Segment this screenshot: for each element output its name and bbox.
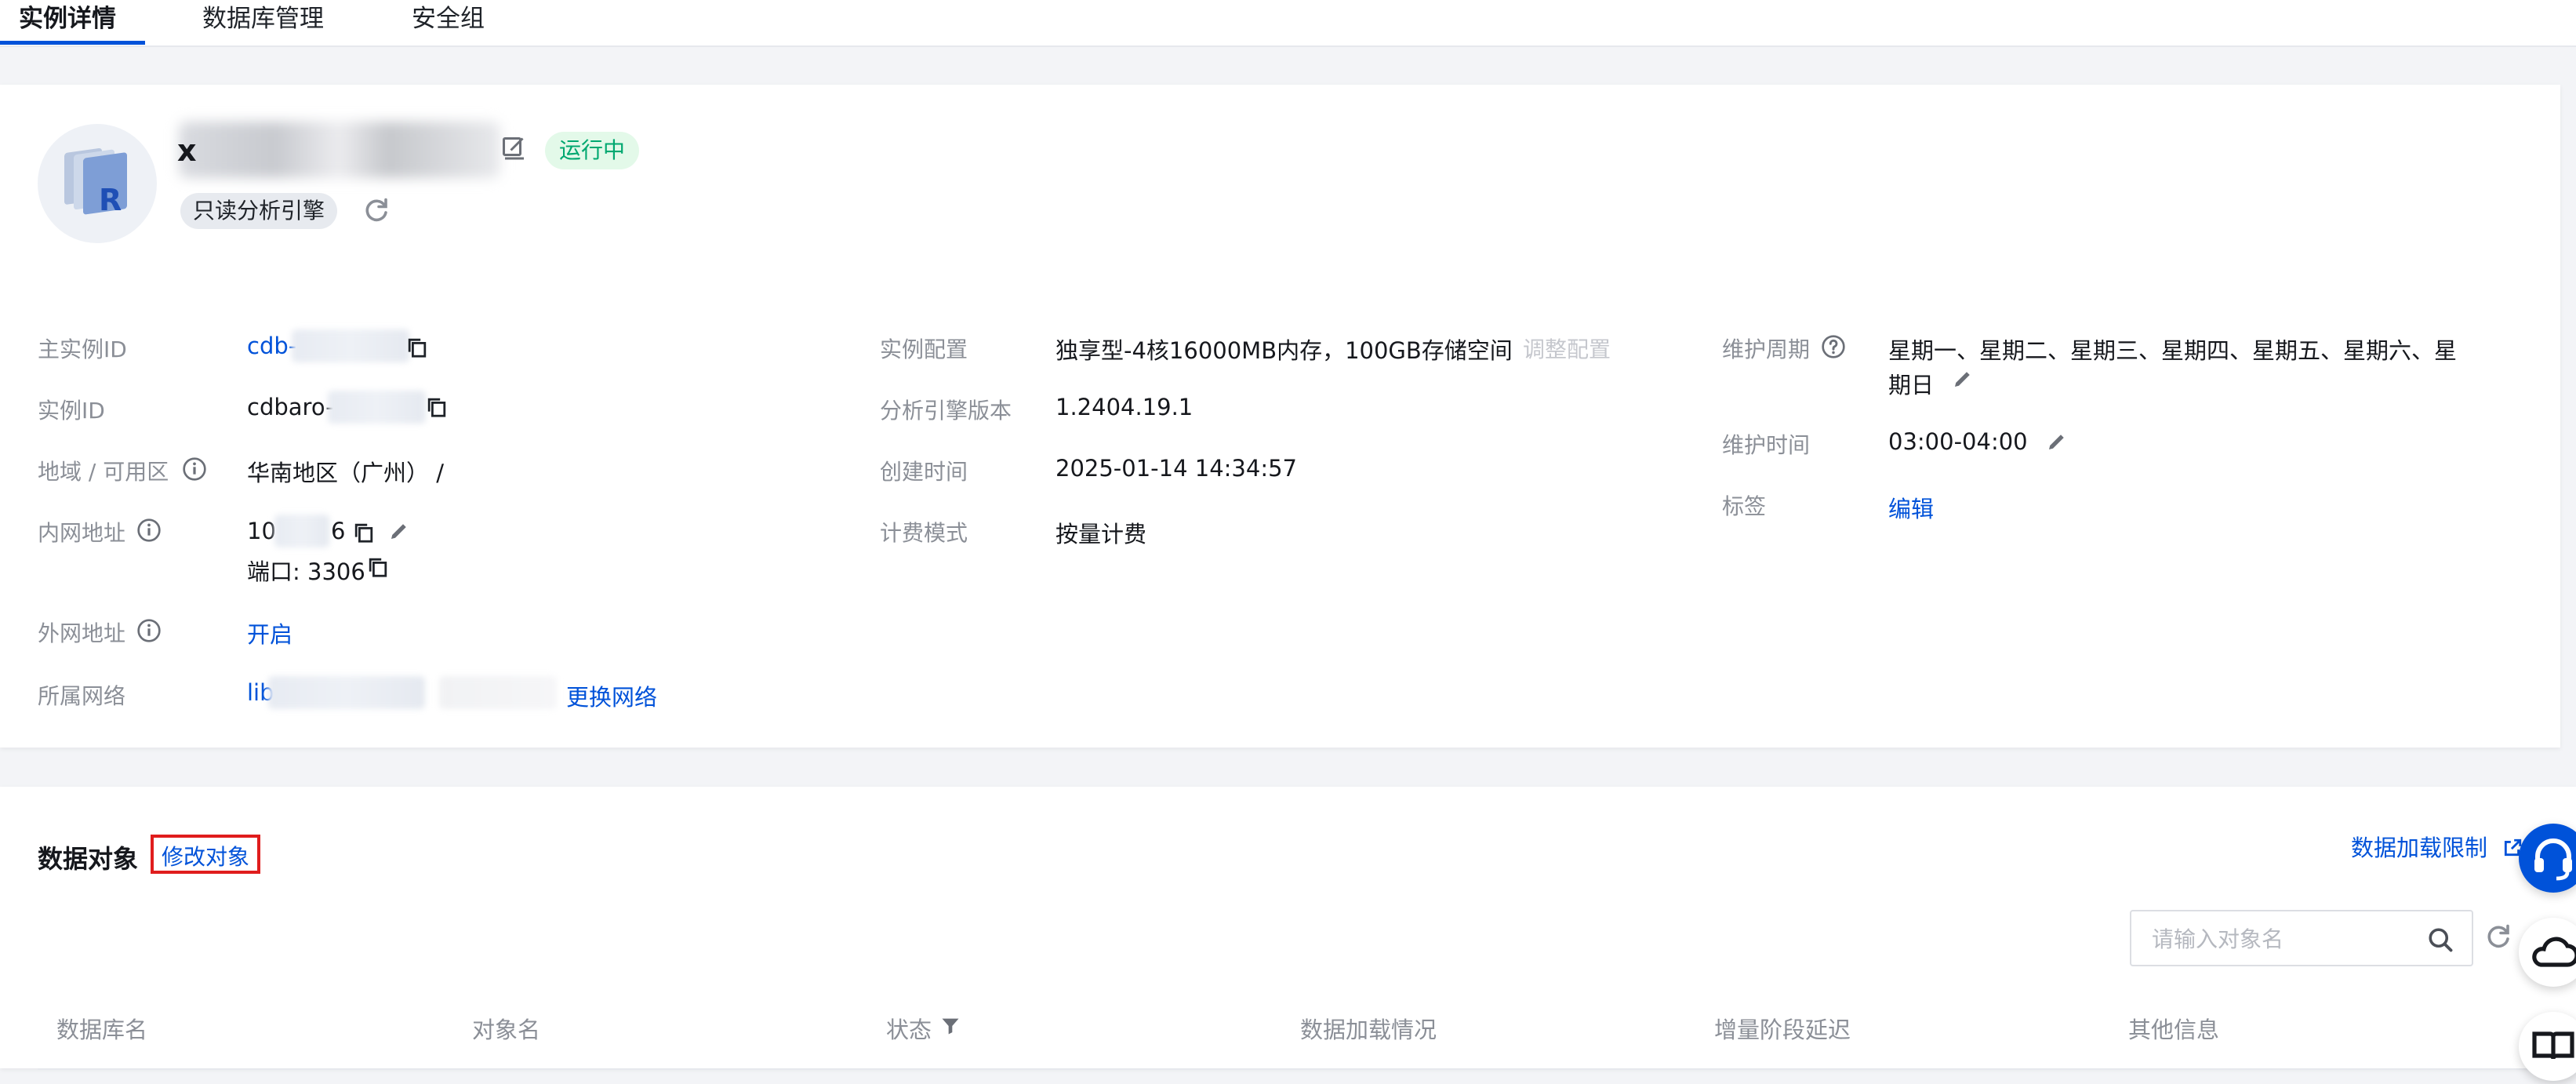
edit-tags-link[interactable]: 编辑 xyxy=(1888,491,1934,524)
help-icon[interactable] xyxy=(1821,334,1846,359)
objects-table-header: 数据库名 对象名 状态 数据加载情况 增量阶段延迟 其他信息 xyxy=(38,995,2539,1070)
enable-public-address-link[interactable]: 开启 xyxy=(247,617,292,649)
object-search-box xyxy=(2130,910,2473,966)
customer-service-button[interactable] xyxy=(2519,824,2576,893)
tab-instance-details[interactable]: 实例详情 xyxy=(19,2,116,42)
change-network-link[interactable]: 更换网络 xyxy=(566,679,657,712)
info-icon[interactable] xyxy=(182,457,207,482)
column-header-load-status: 数据加载情况 xyxy=(1300,1017,1437,1043)
primary-instance-id-link[interactable]: cdb- xyxy=(247,333,296,359)
copy-icon[interactable] xyxy=(367,555,389,579)
maintenance-time-value: 03:00-04:00 xyxy=(1888,428,2028,455)
edit-pencil-icon[interactable] xyxy=(2045,430,2069,453)
public-address-label: 外网地址 xyxy=(38,620,126,646)
tags-label: 标签 xyxy=(1722,493,1767,519)
region-label: 地域 / 可用区 xyxy=(38,459,169,485)
instance-name: x xyxy=(177,133,197,168)
maintenance-cycle-line2: 期日 xyxy=(1888,372,1935,398)
instance-name-redacted xyxy=(179,122,500,178)
data-objects-title: 数据对象 xyxy=(38,844,139,874)
instance-config-value: 独享型-4核16000MB内存，100GB存储空间 xyxy=(1055,337,1513,364)
headset-icon xyxy=(2534,838,2572,881)
redacted-network xyxy=(268,676,425,709)
edit-name-icon[interactable] xyxy=(500,135,529,163)
maintenance-cycle-line1: 星期一、星期二、星期三、星期四、星期五、星期六、星 xyxy=(1888,337,2458,364)
info-icon[interactable] xyxy=(136,618,162,643)
svg-text:R: R xyxy=(99,183,122,217)
port-value: 端口: 3306 xyxy=(247,558,365,585)
created-time-value: 2025-01-14 14:34:57 xyxy=(1055,455,1297,482)
copy-icon[interactable] xyxy=(426,395,448,419)
engine-version-value: 1.2404.19.1 xyxy=(1055,394,1194,420)
copy-icon[interactable] xyxy=(406,336,428,359)
tab-security-group[interactable]: 安全组 xyxy=(412,2,485,42)
private-address-suffix: 6 xyxy=(331,518,346,544)
modify-objects-button[interactable]: 修改对象 xyxy=(151,835,261,874)
redacted-primary-id xyxy=(292,329,409,362)
object-search-input[interactable] xyxy=(2150,922,2420,955)
tab-database-management[interactable]: 数据库管理 xyxy=(202,2,324,42)
private-address-label: 内网地址 xyxy=(38,520,126,546)
instance-id-value: cdbaro- xyxy=(247,394,334,420)
primary-instance-id-label: 主实例ID xyxy=(38,336,127,362)
billing-mode-label: 计费模式 xyxy=(880,520,968,546)
edit-pencil-icon[interactable] xyxy=(387,519,411,543)
column-header-object: 对象名 xyxy=(472,1017,541,1043)
private-address-prefix: 10 xyxy=(247,518,276,544)
instance-config-label: 实例配置 xyxy=(880,336,968,362)
column-header-database: 数据库名 xyxy=(56,1017,148,1043)
cloud-assistant-button[interactable] xyxy=(2519,918,2576,987)
maintenance-cycle-label: 维护周期 xyxy=(1722,336,1811,362)
network-label: 所属网络 xyxy=(38,683,126,709)
edit-pencil-icon[interactable] xyxy=(1951,367,1975,391)
status-badge: 运行中 xyxy=(545,132,640,169)
maintenance-time-label: 维护时间 xyxy=(1722,432,1811,458)
tab-bar: 实例详情 数据库管理 安全组 xyxy=(0,0,2576,47)
copy-icon[interactable] xyxy=(353,521,375,544)
data-load-limit-link[interactable]: 数据加载限制 xyxy=(2351,830,2523,863)
billing-mode-value: 按量计费 xyxy=(1055,521,1147,547)
redacted-private-address xyxy=(274,515,329,547)
instance-id-label: 实例ID xyxy=(38,398,105,424)
engine-version-label: 分析引擎版本 xyxy=(880,398,1012,424)
redacted-instance-id xyxy=(328,391,426,424)
filter-icon[interactable] xyxy=(939,1015,961,1037)
cloud-icon xyxy=(2532,937,2576,967)
search-icon[interactable] xyxy=(2426,926,2454,954)
docs-button[interactable] xyxy=(2519,1012,2576,1081)
region-value: 华南地区（广州） / xyxy=(247,460,444,486)
column-header-status: 状态 xyxy=(886,1017,932,1043)
refresh-icon[interactable] xyxy=(2484,922,2512,951)
book-icon xyxy=(2532,1031,2574,1060)
refresh-icon[interactable] xyxy=(362,196,391,224)
column-header-incremental-delay: 增量阶段延迟 xyxy=(1714,1017,1851,1043)
instance-avatar-icon: R xyxy=(38,124,157,243)
redacted-subnet xyxy=(439,676,557,709)
engine-type-badge: 只读分析引擎 xyxy=(180,193,338,229)
created-time-label: 创建时间 xyxy=(880,459,968,485)
active-tab-indicator xyxy=(0,41,145,45)
data-load-limit-label: 数据加载限制 xyxy=(2351,835,2488,861)
info-icon[interactable] xyxy=(136,518,162,543)
column-header-other-info: 其他信息 xyxy=(2128,1017,2220,1043)
adjust-config-link[interactable]: 调整配置 xyxy=(1523,333,1611,364)
